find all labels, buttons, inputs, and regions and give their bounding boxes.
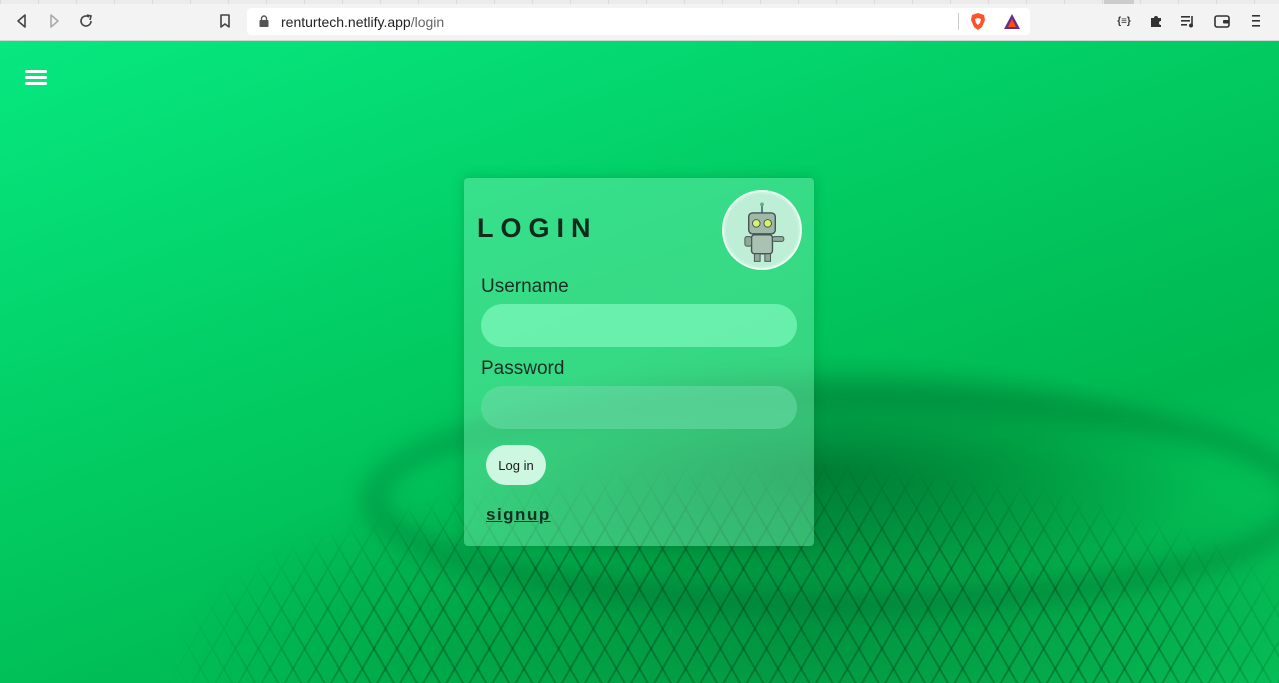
address-bar[interactable]: renturtech.netlify.app/login [247, 8, 1030, 35]
url-text: renturtech.netlify.app/login [281, 14, 444, 30]
login-card: LOGIN Username Password Log in signup [464, 178, 814, 546]
password-input[interactable] [481, 386, 797, 429]
url-host: renturtech.netlify.app [281, 14, 411, 30]
menu-icon[interactable] [1246, 11, 1266, 31]
forward-icon[interactable] [44, 11, 64, 31]
robot-avatar [722, 190, 802, 270]
active-tab[interactable] [1104, 0, 1134, 4]
reload-icon[interactable] [76, 11, 96, 31]
signup-link[interactable]: signup [486, 505, 551, 525]
back-icon[interactable] [12, 11, 32, 31]
brave-shields-icon[interactable] [969, 12, 987, 31]
brave-rewards-icon[interactable] [1003, 13, 1021, 30]
url-separator [958, 13, 959, 30]
page-title: LOGIN [477, 213, 598, 243]
username-input[interactable] [481, 304, 797, 347]
json-extension-icon[interactable]: {≡} [1114, 11, 1134, 31]
username-label: Username [481, 276, 569, 297]
hamburger-icon[interactable] [25, 70, 47, 86]
puzzle-icon[interactable] [1146, 11, 1166, 31]
wallet-icon[interactable] [1212, 11, 1232, 31]
playlist-icon[interactable] [1178, 11, 1198, 31]
password-label: Password [481, 358, 565, 379]
tab-strip [0, 0, 1279, 4]
lock-icon[interactable] [259, 15, 269, 27]
bookmark-icon[interactable] [215, 11, 235, 31]
page-background: LOGIN Username Password Log in signup [0, 41, 1279, 683]
login-button[interactable]: Log in [486, 445, 546, 485]
json-extension-label: {≡} [1117, 15, 1131, 27]
browser-toolbar: renturtech.netlify.app/login {≡} [0, 0, 1279, 41]
url-path: /login [410, 14, 445, 30]
